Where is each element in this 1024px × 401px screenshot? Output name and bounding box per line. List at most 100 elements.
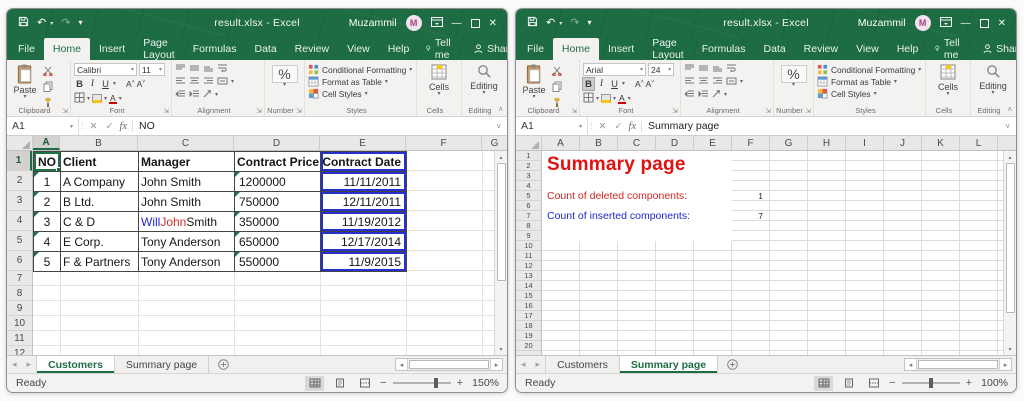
tab-page-layout[interactable]: Page Layout [643,37,693,60]
column-header-a[interactable]: A [33,136,60,150]
ribbon-display-options-icon[interactable] [940,17,952,30]
column-header[interactable]: H [808,136,846,150]
font-color-icon[interactable]: A [109,94,117,104]
scroll-up-icon[interactable]: ▴ [1008,151,1011,163]
cell-A4[interactable]: 3 [34,212,61,232]
cell-styles-button[interactable]: Cell Styles▾ [308,88,413,99]
find-select-icon[interactable] [477,64,492,81]
tab-review[interactable]: Review [795,37,847,60]
align-right-icon[interactable] [203,77,214,87]
new-sheet-icon[interactable] [209,356,238,373]
scroll-down-icon[interactable]: ▾ [499,343,502,355]
row-header[interactable]: 12 [516,261,541,271]
sheet-nav-right-icon[interactable]: ▸ [22,356,37,373]
cells-area[interactable]: NO Client Manager Contract Price Contrac… [33,151,494,355]
normal-view-icon[interactable] [305,376,324,391]
inserted-components-value-cell[interactable]: 7 [732,211,770,221]
cell-A6[interactable]: 5 [34,252,61,272]
column-header-e[interactable]: E [320,136,406,150]
enter-icon[interactable]: ✓ [610,121,626,132]
column-header[interactable]: F [732,136,770,150]
cell-D6[interactable]: 550000 [235,252,321,272]
increase-font-icon[interactable]: A˄ [126,79,135,89]
formula-input[interactable]: NO [133,120,496,132]
font-size-select[interactable]: 11▾ [139,63,165,76]
cell-B4[interactable]: C & D [61,212,139,232]
tab-home[interactable]: Home [553,38,599,60]
tab-view[interactable]: View [847,37,888,60]
sheet-nav-left-icon[interactable]: ◂ [516,356,531,373]
align-center-icon[interactable] [189,77,200,87]
format-as-table-button[interactable]: Format as Table▾ [817,76,922,87]
new-sheet-icon[interactable] [718,356,747,373]
decrease-indent-icon[interactable] [175,90,186,100]
decrease-font-icon[interactable]: A˅ [137,79,146,89]
minimize-button[interactable]: — [961,18,971,29]
font-color-caret-icon[interactable]: ▾ [119,97,122,101]
cell-C6[interactable]: Tony Anderson [139,252,235,272]
number-dialog-launcher-icon[interactable]: ⇲ [805,107,811,115]
cancel-icon[interactable]: ✕ [86,121,102,132]
orientation-caret-icon[interactable]: ▾ [724,93,727,97]
column-header[interactable]: A [542,136,580,150]
save-icon[interactable] [527,16,538,30]
row-header[interactable]: 15 [516,291,541,301]
share-button[interactable]: Share [462,37,508,60]
row-header[interactable]: 8 [516,221,541,231]
editing-caret-icon[interactable]: ▾ [991,91,994,95]
zoom-level[interactable]: 150% [469,377,499,389]
zoom-slider-thumb[interactable] [929,378,933,388]
row-header[interactable]: 8 [7,286,32,301]
cell-B2[interactable]: A Company [61,172,139,192]
align-bottom-icon[interactable] [203,64,214,74]
deleted-components-value-cell[interactable]: 1 [732,191,770,201]
cells-icon[interactable] [431,64,447,82]
name-box[interactable]: A1▾ [7,117,79,135]
collapse-ribbon-icon[interactable]: ˄ [1007,105,1012,114]
maximize-button[interactable] [471,19,480,28]
copy-icon[interactable] [552,81,562,94]
sheet-tab-customers[interactable]: Customers [36,356,115,373]
cell-E4[interactable]: 11/19/2012 [321,212,407,232]
orientation-icon[interactable] [203,89,212,100]
bold-button[interactable]: B [74,78,85,90]
zoom-in-icon[interactable]: + [966,377,972,389]
tab-file[interactable]: File [9,37,44,60]
zoom-out-icon[interactable]: − [889,377,895,389]
underline-button[interactable]: U [100,78,111,90]
decrease-indent-icon[interactable] [684,90,695,100]
cell-A2[interactable]: 1 [34,172,61,192]
row-header[interactable]: 7 [7,271,32,286]
borders-caret-icon[interactable]: ▾ [87,97,90,101]
cell-E5[interactable]: 12/17/2014 [321,232,407,252]
find-select-icon[interactable] [986,64,1001,81]
align-left-icon[interactable] [684,77,695,87]
tab-review[interactable]: Review [286,37,338,60]
wrap-text-icon[interactable] [217,64,228,74]
row-header[interactable]: 9 [516,231,541,241]
align-top-icon[interactable] [684,64,695,74]
increase-indent-icon[interactable] [698,90,709,100]
row-header[interactable]: 10 [516,241,541,251]
row-header[interactable]: 17 [516,311,541,321]
column-header-f[interactable]: F [406,136,482,150]
sheet-nav-left-icon[interactable]: ◂ [7,356,22,373]
row-header[interactable]: 19 [516,331,541,341]
horizontal-scrollbar[interactable]: ◂ ▸ [395,358,503,371]
align-left-icon[interactable] [175,77,186,87]
cell-B5[interactable]: E Corp. [61,232,139,252]
tab-help[interactable]: Help [379,37,419,60]
row-header[interactable]: 11 [7,331,32,346]
undo-caret-icon[interactable]: ▾ [50,20,53,27]
clipboard-dialog-launcher-icon[interactable]: ⇲ [62,107,68,115]
row-header[interactable]: 18 [516,321,541,331]
fill-caret-icon[interactable]: ▾ [104,97,107,101]
scroll-right-icon[interactable]: ▸ [490,359,502,370]
row-header[interactable]: 4 [516,181,541,191]
user-name[interactable]: Muzammil [858,17,906,29]
scroll-thumb[interactable] [918,360,998,369]
cell-B6[interactable]: F & Partners [61,252,139,272]
italic-button[interactable]: I [87,78,98,90]
fill-caret-icon[interactable]: ▾ [613,97,616,101]
column-header-d[interactable]: D [234,136,320,150]
